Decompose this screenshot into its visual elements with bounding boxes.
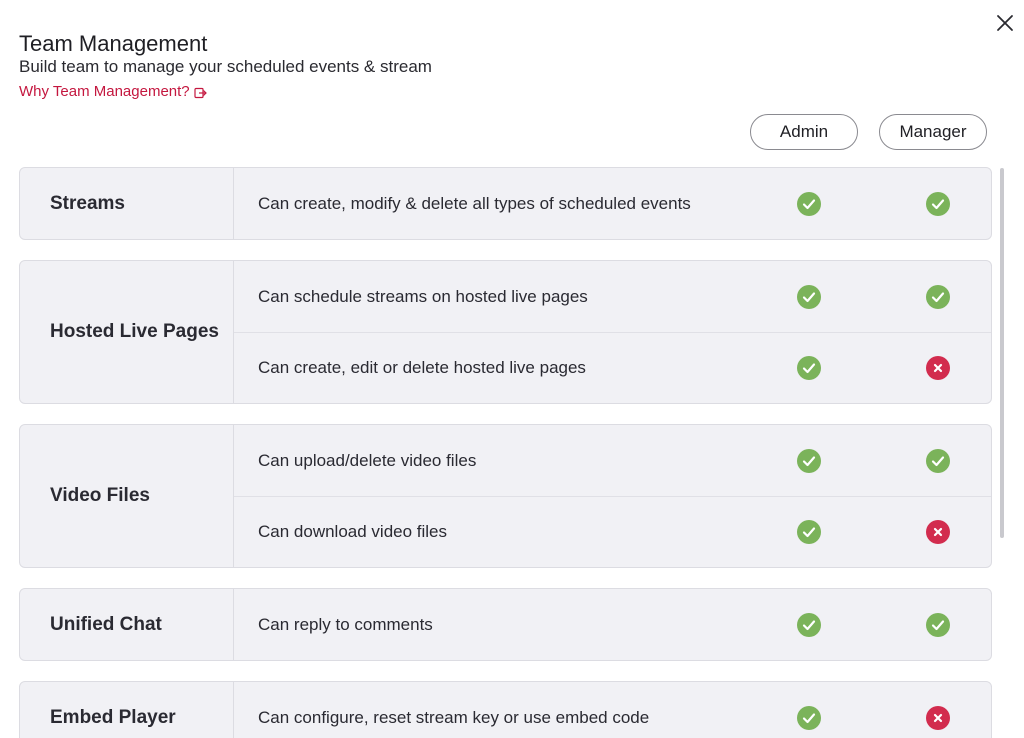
permission-group-rows: Can reply to comments: [234, 589, 991, 660]
admin-allowed-check-icon: [797, 705, 821, 730]
manager-denied-cross-icon: [926, 520, 950, 544]
page-subtitle: Build team to manage your scheduled even…: [19, 57, 432, 76]
permission-group: Video Files Can upload/delete video files…: [19, 424, 992, 568]
permission-row: Can download video files: [234, 496, 991, 567]
permission-text: Can upload/delete video files: [258, 450, 477, 470]
manager-allowed-check-icon: [926, 448, 950, 473]
permission-text: Can configure, reset stream key or use e…: [258, 707, 650, 727]
manager-allowed-check-icon: [926, 612, 950, 637]
permission-group: Unified Chat Can reply to comments: [19, 588, 992, 661]
permission-group-rows: Can upload/delete video files Can downloa…: [234, 425, 991, 567]
permission-row: Can upload/delete video files: [234, 425, 991, 496]
admin-allowed-check-icon: [797, 191, 821, 216]
permission-row: Can create, modify & delete all types of…: [234, 168, 991, 239]
permission-group-rows: Can schedule streams on hosted live page…: [234, 261, 991, 403]
permission-group-rows: Can create, modify & delete all types of…: [234, 168, 991, 239]
admin-allowed-check-icon: [797, 356, 821, 380]
why-link-label: Why Team Management?: [19, 83, 190, 100]
team-management-modal: Team Management Build team to manage you…: [0, 0, 1024, 738]
permission-row: Can schedule streams on hosted live page…: [234, 261, 991, 332]
admin-allowed-check-icon: [797, 284, 821, 309]
manager-denied-cross-icon: [926, 705, 950, 730]
permission-group-label: Unified Chat: [20, 589, 234, 660]
permission-group-rows: Can configure, reset stream key or use e…: [234, 682, 991, 738]
admin-allowed-check-icon: [797, 612, 821, 637]
permission-text: Can create, modify & delete all types of…: [258, 193, 691, 213]
permission-group: Embed Player Can configure, reset stream …: [19, 681, 992, 738]
admin-allowed-check-icon: [797, 448, 821, 473]
admin-role-button[interactable]: Admin: [750, 114, 858, 150]
permission-text: Can reply to comments: [258, 614, 433, 634]
manager-denied-cross-icon: [926, 356, 950, 380]
permission-group-label: Video Files: [20, 425, 234, 567]
permission-group-label: Embed Player: [20, 682, 234, 738]
permission-text: Can schedule streams on hosted live page…: [258, 286, 588, 306]
permission-text: Can create, edit or delete hosted live p…: [258, 358, 586, 377]
scrollbar[interactable]: [1000, 168, 1004, 538]
permission-group-label: Hosted Live Pages: [20, 261, 234, 403]
manager-allowed-check-icon: [926, 284, 950, 309]
why-team-management-link[interactable]: Why Team Management?: [19, 82, 207, 102]
permission-row: Can create, edit or delete hosted live p…: [234, 332, 991, 403]
permission-text: Can download video files: [258, 522, 448, 541]
close-icon[interactable]: [994, 12, 1016, 34]
manager-allowed-check-icon: [926, 191, 950, 216]
permission-group-label: Streams: [20, 168, 234, 239]
external-link-icon: [194, 86, 207, 99]
permission-group: Hosted Live Pages Can schedule streams on…: [19, 260, 992, 404]
page-title: Team Management: [19, 31, 208, 56]
admin-allowed-check-icon: [797, 520, 821, 544]
permissions-list[interactable]: Streams Can create, modify & delete all t…: [19, 167, 994, 738]
permission-row: Can configure, reset stream key or use e…: [234, 682, 991, 738]
permission-row: Can reply to comments: [234, 589, 991, 660]
manager-role-button[interactable]: Manager: [879, 114, 987, 150]
permission-group: Streams Can create, modify & delete all t…: [19, 167, 992, 240]
